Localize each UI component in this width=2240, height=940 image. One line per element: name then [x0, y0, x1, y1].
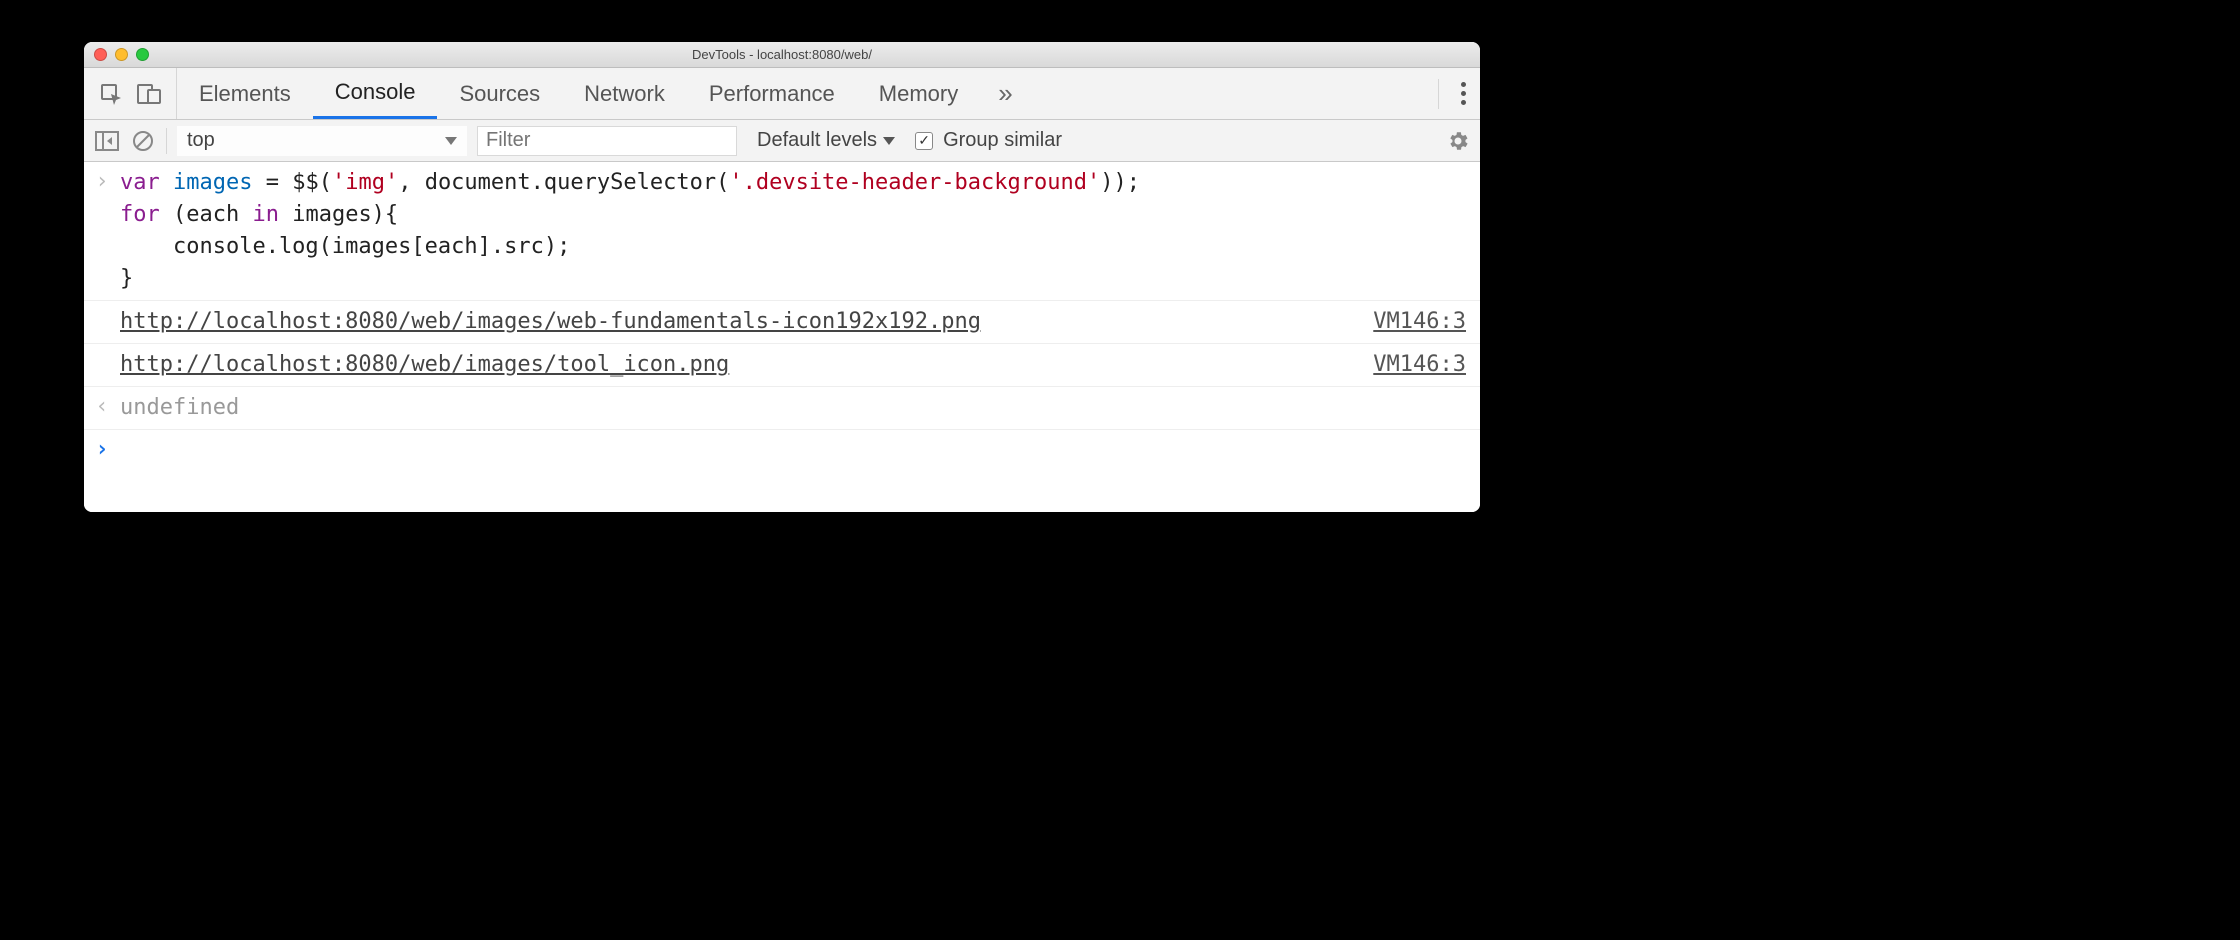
dropdown-triangle-icon	[883, 137, 895, 145]
console-input-echo: › var images = $$('img', document.queryS…	[84, 162, 1480, 301]
input-marker-icon: ›	[84, 162, 120, 198]
console-log-message: http://localhost:8080/web/images/web-fun…	[120, 301, 1373, 343]
inspect-element-icon[interactable]	[98, 81, 124, 107]
return-marker-icon: ‹	[84, 387, 120, 423]
tab-sources[interactable]: Sources	[437, 68, 562, 119]
console-filter-input[interactable]	[477, 126, 737, 156]
log-levels-label: Default levels	[757, 129, 877, 152]
zoom-window-button[interactable]	[136, 48, 149, 61]
console-prompt-input[interactable]	[120, 430, 1480, 440]
console-log-message: http://localhost:8080/web/images/tool_ic…	[120, 344, 1373, 386]
devtools-menu-button[interactable]	[1447, 82, 1480, 105]
execution-context-select[interactable]: top	[177, 126, 467, 156]
console-input-code[interactable]: var images = $$('img', document.querySel…	[120, 162, 1480, 300]
console-return-value: undefined	[120, 387, 1480, 429]
console-log-link[interactable]: http://localhost:8080/web/images/web-fun…	[120, 309, 981, 334]
console-settings-icon[interactable]	[1446, 129, 1470, 153]
console-output: › var images = $$('img', document.queryS…	[84, 162, 1480, 512]
minimize-window-button[interactable]	[115, 48, 128, 61]
window-title: DevTools - localhost:8080/web/	[84, 47, 1480, 62]
prompt-marker-icon: ›	[84, 430, 120, 466]
console-log-source-link[interactable]: VM146:3	[1373, 301, 1480, 343]
tab-network[interactable]: Network	[562, 68, 687, 119]
toggle-device-toolbar-icon[interactable]	[136, 81, 162, 107]
toggle-console-sidebar-icon[interactable]	[94, 128, 120, 154]
console-log-link[interactable]: http://localhost:8080/web/images/tool_ic…	[120, 352, 729, 377]
clear-console-icon[interactable]	[130, 128, 156, 154]
dropdown-triangle-icon	[445, 137, 457, 145]
console-return-row: ‹ undefined	[84, 387, 1480, 430]
console-log-row: http://localhost:8080/web/images/web-fun…	[84, 301, 1480, 344]
window-controls	[84, 48, 149, 61]
titlebar: DevTools - localhost:8080/web/	[84, 42, 1480, 68]
close-window-button[interactable]	[94, 48, 107, 61]
divider	[1438, 79, 1439, 109]
devtools-tabbar: ElementsConsoleSourcesNetworkPerformance…	[84, 68, 1480, 120]
console-log-source-link[interactable]: VM146:3	[1373, 344, 1480, 386]
log-levels-select[interactable]: Default levels	[757, 129, 895, 152]
console-toolbar: top Default levels Group similar	[84, 120, 1480, 162]
divider	[166, 128, 167, 154]
console-prompt-row[interactable]: ›	[84, 430, 1480, 466]
tab-console[interactable]: Console	[313, 68, 438, 119]
tabs-overflow-button[interactable]: »	[988, 78, 1022, 109]
devtools-window: DevTools - localhost:8080/web/ ElementsC…	[84, 42, 1480, 512]
tab-performance[interactable]: Performance	[687, 68, 857, 119]
group-similar-label: Group similar	[943, 129, 1062, 152]
tab-memory[interactable]: Memory	[857, 68, 980, 119]
tab-elements[interactable]: Elements	[177, 68, 313, 119]
console-log-row: http://localhost:8080/web/images/tool_ic…	[84, 344, 1480, 387]
group-similar-checkbox[interactable]	[915, 132, 933, 150]
execution-context-label: top	[187, 129, 215, 152]
